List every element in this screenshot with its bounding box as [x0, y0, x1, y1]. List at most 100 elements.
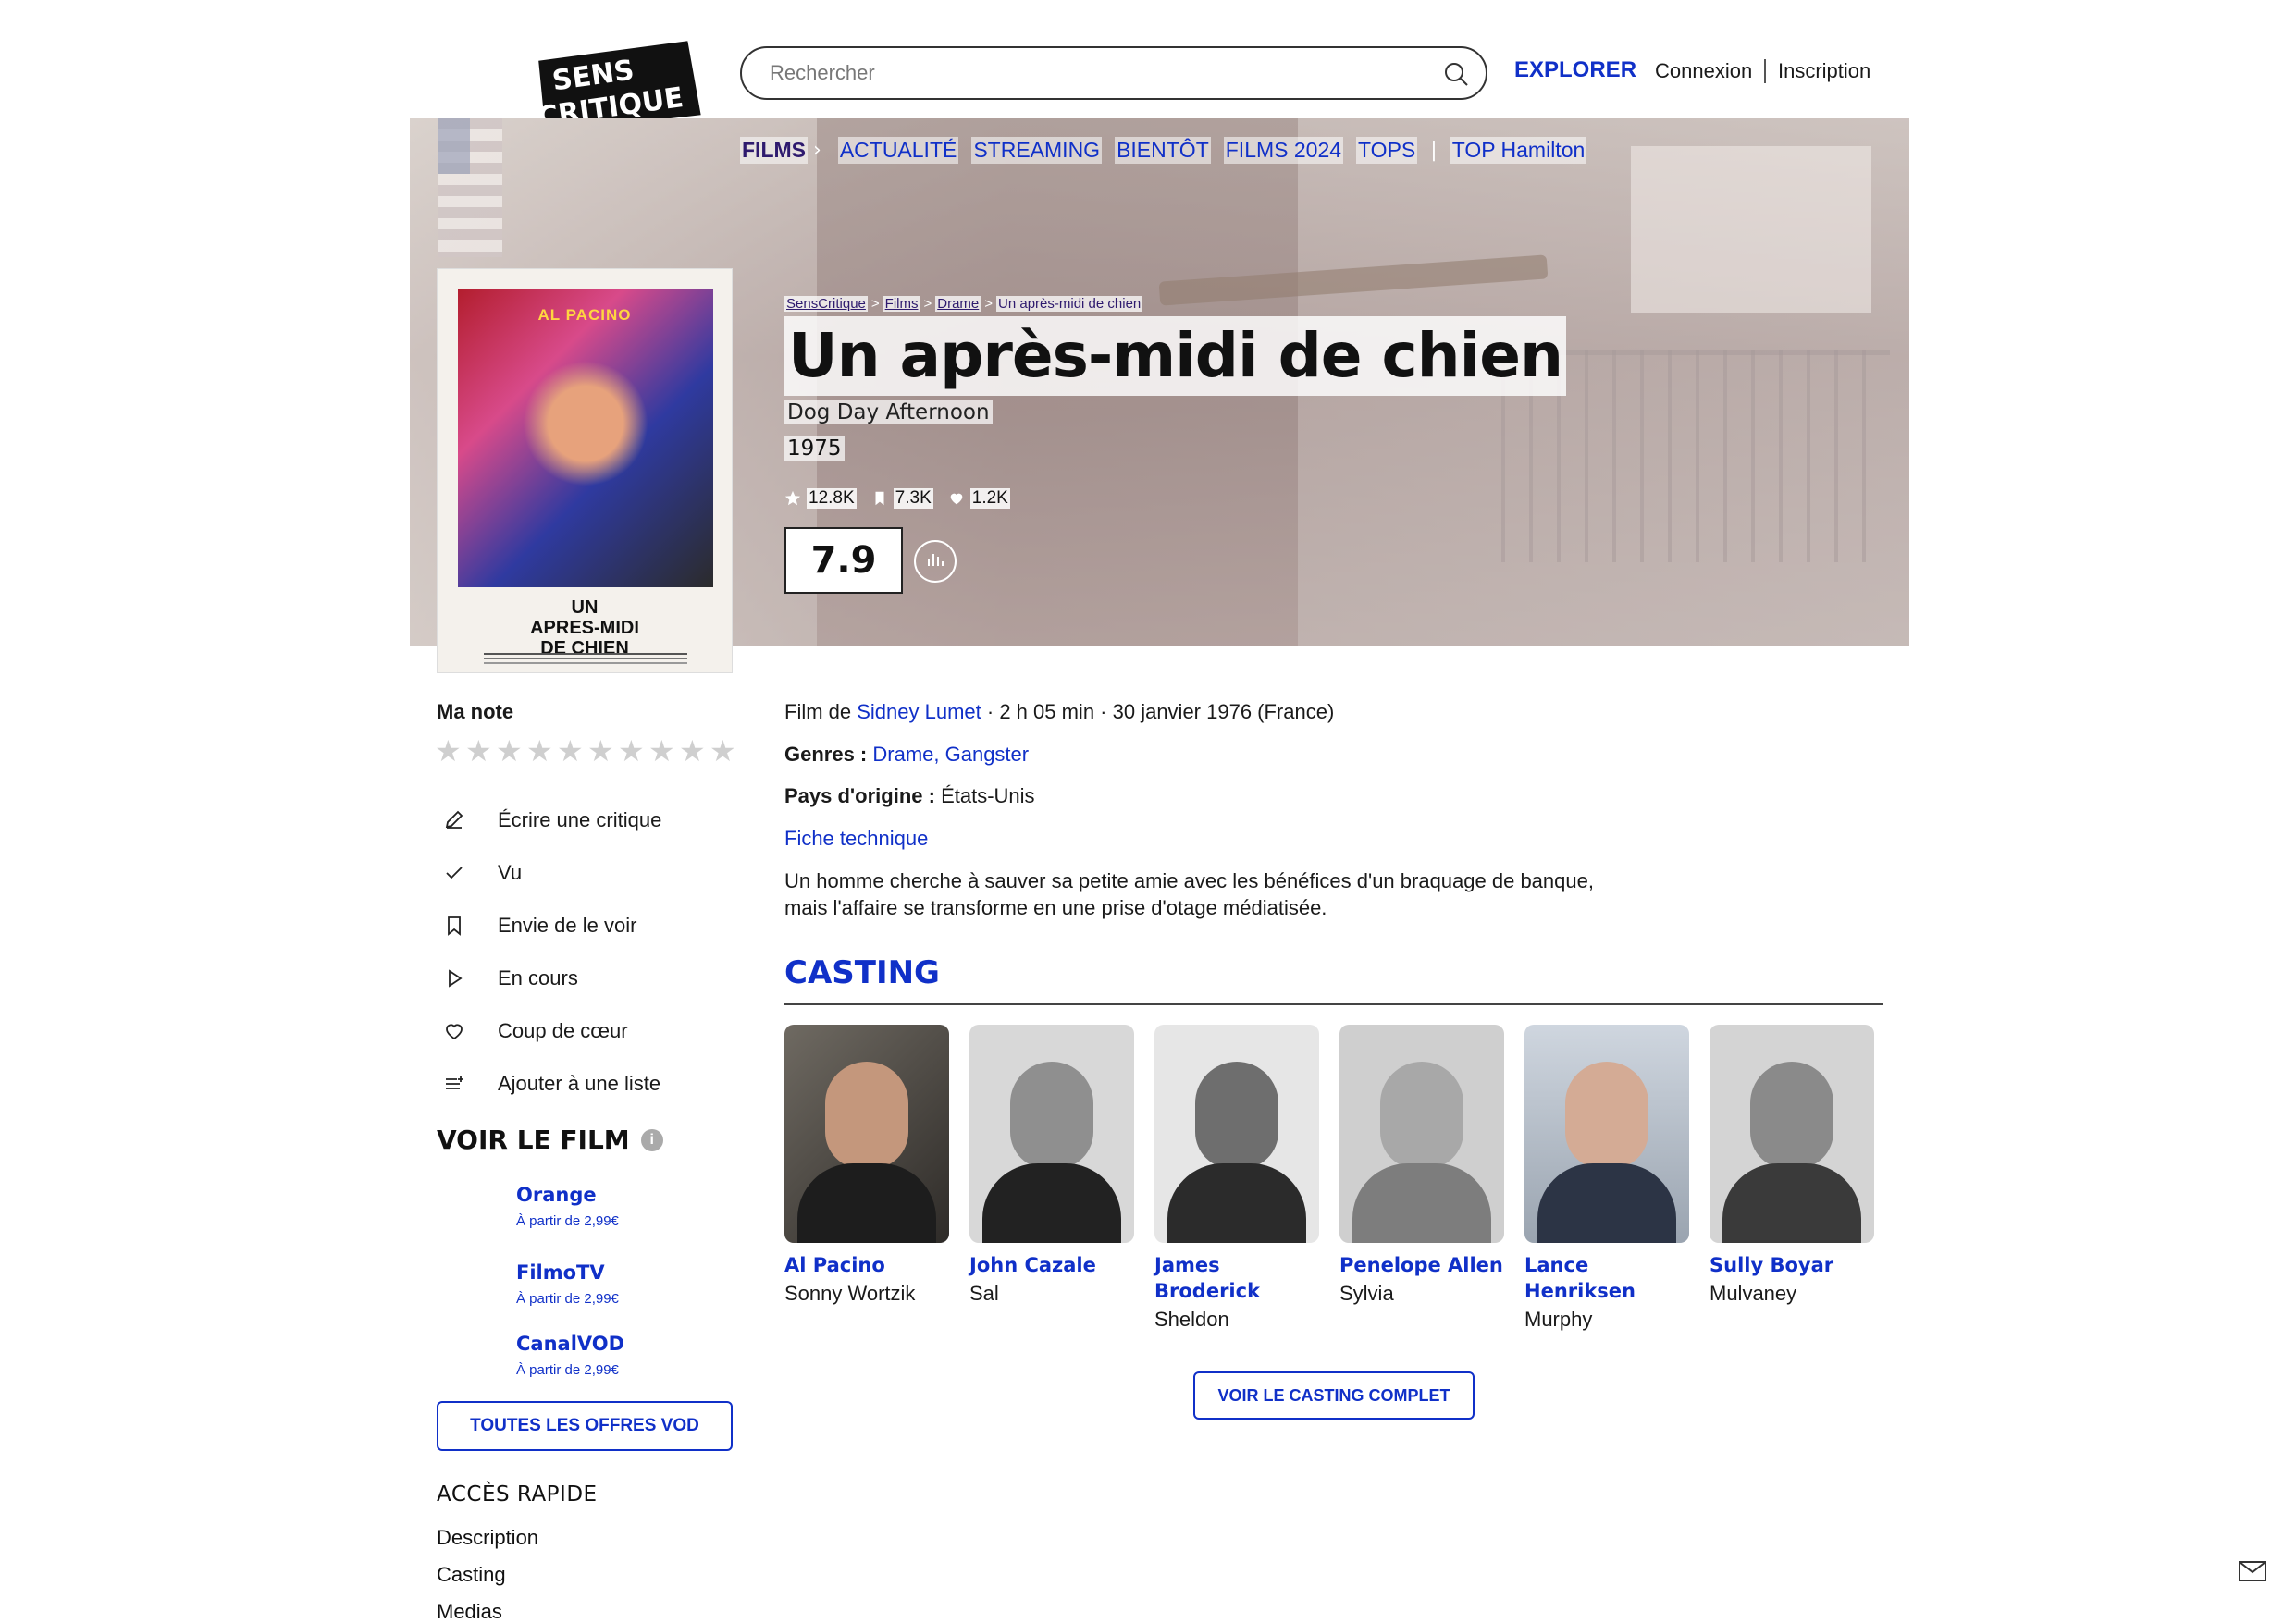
director-link[interactable]: Sidney Lumet [857, 700, 981, 723]
action-want-to-see[interactable]: Envie de le voir [442, 899, 661, 952]
country-value: États-Unis [941, 784, 1035, 807]
breadcrumb-films[interactable]: Films [883, 296, 920, 312]
cast-role: Sheldon [1154, 1308, 1229, 1331]
genres-links[interactable]: Drame, Gangster [872, 743, 1029, 766]
cast-photo[interactable] [1524, 1025, 1689, 1243]
info-icon[interactable]: i [640, 1128, 663, 1151]
star-1[interactable]: ★ [435, 736, 462, 766]
offer-price: À partir de 2,99€ [516, 1362, 619, 1378]
cast-name[interactable]: Al Pacino [784, 1252, 949, 1278]
cast-name[interactable]: John Cazale [969, 1252, 1134, 1278]
star-2[interactable]: ★ [465, 736, 492, 766]
rating-distribution-button[interactable] [914, 540, 957, 583]
film-stats: 12.8K 7.3K 1.2K [784, 488, 1018, 509]
cast-list: Al Pacino Sonny Wortzik John Cazale Sal … [784, 1025, 1874, 1332]
cast-name[interactable]: Sully Boyar [1710, 1252, 1874, 1278]
cast-member[interactable]: John Cazale Sal [969, 1025, 1134, 1332]
quick-link-description[interactable]: Description [437, 1526, 538, 1563]
heart-icon [446, 1023, 463, 1039]
offer-price: À partir de 2,99€ [516, 1291, 619, 1307]
full-cast-button[interactable]: VOIR LE CASTING COMPLET [1193, 1371, 1475, 1420]
offer-name: FilmoTV [516, 1261, 605, 1284]
my-rating-stars[interactable]: ★ ★ ★ ★ ★ ★ ★ ★ ★ ★ [435, 736, 736, 766]
login-link[interactable]: Connexion [1655, 59, 1752, 83]
breadcrumb-current: Un après-midi de chien [996, 296, 1143, 312]
action-write-review[interactable]: Écrire une critique [442, 793, 661, 846]
cast-member[interactable]: Lance Henriksen Murphy [1524, 1025, 1689, 1332]
cast-member[interactable]: Penelope Allen Sylvia [1339, 1025, 1504, 1332]
nav-films-2024[interactable]: FILMS 2024 [1223, 137, 1344, 164]
film-poster[interactable]: AL PACINO UN APRES-MIDI DE CHIEN [437, 268, 733, 673]
action-in-progress[interactable]: En cours [442, 952, 661, 1004]
mail-icon[interactable] [2239, 1561, 2266, 1581]
star-8[interactable]: ★ [648, 736, 675, 766]
action-label: Écrire une critique [498, 807, 662, 831]
nav-bientot[interactable]: BIENTÔT [1115, 137, 1211, 164]
star-4[interactable]: ★ [526, 736, 553, 766]
star-6[interactable]: ★ [587, 736, 614, 766]
star-7[interactable]: ★ [618, 736, 645, 766]
breadcrumb-home[interactable]: SensCritique [784, 296, 868, 312]
technical-sheet-link[interactable]: Fiche technique [784, 827, 928, 851]
offer-canalvod[interactable]: CanalVOD À partir de 2,99€ [516, 1333, 624, 1378]
star-icon [784, 490, 801, 506]
stat-ratings: 12.8K [784, 488, 857, 509]
offer-filmotv[interactable]: FilmoTV À partir de 2,99€ [516, 1261, 619, 1307]
star-10[interactable]: ★ [710, 736, 736, 766]
quick-access-title: ACCÈS RAPIDE [437, 1482, 598, 1506]
nav-top-hamilton[interactable]: TOP Hamilton [1450, 137, 1587, 164]
cast-photo[interactable] [1710, 1025, 1874, 1243]
nav-actualite[interactable]: ACTUALITÉ [837, 137, 959, 164]
offer-name: CanalVOD [516, 1333, 625, 1355]
cast-name[interactable]: Lance Henriksen [1524, 1252, 1689, 1304]
cast-photo[interactable] [969, 1025, 1134, 1243]
cast-photo[interactable] [1154, 1025, 1319, 1243]
cast-photo[interactable] [784, 1025, 949, 1243]
stat-ratings-value: 12.8K [807, 488, 857, 509]
search-icon[interactable] [1441, 59, 1471, 89]
search-input[interactable] [770, 57, 1408, 89]
poster-artwork [458, 289, 713, 587]
quick-link-casting[interactable]: Casting [437, 1563, 538, 1600]
nav-tops[interactable]: TOPS [1356, 137, 1418, 164]
film-meta-line: Film de Sidney Lumet · 2 h 05 min · 30 j… [784, 700, 1334, 724]
cast-name[interactable]: Penelope Allen [1339, 1252, 1504, 1278]
quick-access-links: Description Casting Medias [437, 1526, 538, 1623]
genres-line: Genres : Drame, Gangster [784, 743, 1029, 767]
action-seen[interactable]: Vu [442, 846, 661, 899]
cast-photo[interactable] [1339, 1025, 1504, 1243]
stat-favorites: 1.2K [948, 488, 1010, 509]
action-label: En cours [498, 965, 578, 990]
explore-link[interactable]: EXPLORER [1514, 57, 1636, 83]
average-score: 7.9 [784, 527, 903, 594]
stat-wishlist: 7.3K [871, 488, 933, 509]
star-3[interactable]: ★ [496, 736, 523, 766]
signup-link[interactable]: Inscription [1778, 59, 1870, 83]
stat-wishlist-value: 7.3K [893, 488, 933, 509]
offer-orange[interactable]: Orange À partir de 2,99€ [516, 1184, 619, 1229]
cast-role: Sal [969, 1282, 999, 1305]
cast-member[interactable]: Al Pacino Sonny Wortzik [784, 1025, 949, 1332]
cast-role: Murphy [1524, 1308, 1593, 1331]
star-9[interactable]: ★ [679, 736, 706, 766]
action-label: Coup de cœur [498, 1018, 628, 1042]
watch-title-text: VOIR LE FILM [437, 1125, 630, 1155]
action-favorite[interactable]: Coup de cœur [442, 1004, 661, 1057]
breadcrumb-genre[interactable]: Drame [935, 296, 981, 312]
quick-link-medias[interactable]: Medias [437, 1600, 538, 1623]
cast-member[interactable]: James Broderick Sheldon [1154, 1025, 1319, 1332]
search-bar[interactable] [740, 46, 1487, 100]
nav-streaming[interactable]: STREAMING [971, 137, 1103, 164]
cast-role: Sonny Wortzik [784, 1282, 916, 1305]
action-add-to-list[interactable]: Ajouter à une liste [442, 1057, 661, 1110]
genres-label: Genres : [784, 743, 873, 766]
cast-member[interactable]: Sully Boyar Mulvaney [1710, 1025, 1874, 1332]
synopsis: Un homme cherche à sauver sa petite amie… [784, 869, 1594, 919]
check-icon [446, 866, 463, 879]
action-label: Vu [498, 860, 523, 884]
nav-films[interactable]: FILMS [740, 137, 808, 164]
star-5[interactable]: ★ [557, 736, 584, 766]
all-vod-offers-button[interactable]: TOUTES LES OFFRES VOD [437, 1401, 733, 1451]
cast-name[interactable]: James Broderick [1154, 1252, 1319, 1304]
bookmark-icon [448, 916, 461, 936]
